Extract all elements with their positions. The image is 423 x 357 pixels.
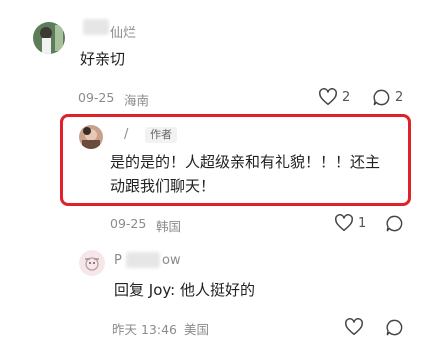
comment-text-line-2: 动跟我们聊天！ xyxy=(110,177,216,195)
comment-location: 韩国 xyxy=(156,219,182,234)
comment-text-line-1: 是的是的！人超级亲和有礼貌！！！还主 xyxy=(110,153,381,171)
username-end[interactable]: ow xyxy=(162,253,181,268)
reply-button[interactable]: 2 xyxy=(372,88,403,107)
avatar[interactable] xyxy=(79,250,105,276)
like-count: 2 xyxy=(342,89,351,105)
comment-location: 美国 xyxy=(184,322,210,337)
username-start[interactable]: P xyxy=(114,253,122,268)
username-redacted xyxy=(83,19,109,35)
heart-icon xyxy=(345,318,363,336)
comment-date: 09-25 xyxy=(110,216,147,231)
like-count: 1 xyxy=(358,215,367,231)
avatar-icon xyxy=(79,125,103,149)
comment-date: 昨天 13:46 xyxy=(112,322,177,337)
like-button[interactable] xyxy=(344,318,364,336)
like-button[interactable]: 2 xyxy=(318,88,350,106)
comment-icon xyxy=(373,89,390,106)
comment-icon xyxy=(386,319,403,336)
reply-count: 2 xyxy=(395,90,404,105)
comment-3: P ow 回复 Joy: 他人挺好的 昨天 13:46 美国 xyxy=(0,240,423,357)
author-badge: 作者 xyxy=(145,127,177,143)
username-redacted xyxy=(126,252,160,268)
username[interactable]: 仙烂 xyxy=(110,22,136,41)
avatar-icon xyxy=(79,250,105,276)
heart-icon xyxy=(335,214,353,232)
avatar[interactable] xyxy=(79,125,103,149)
reply-button[interactable] xyxy=(385,318,404,337)
comment-date: 09-25 xyxy=(78,90,115,105)
comment-text: 好亲切 xyxy=(80,50,126,68)
avatar[interactable] xyxy=(33,22,65,54)
comment-icon xyxy=(386,215,403,232)
heart-icon xyxy=(319,88,337,106)
comment-location: 海南 xyxy=(124,93,150,108)
reply-button[interactable] xyxy=(385,214,404,233)
username[interactable]: / xyxy=(124,127,128,142)
comment-1: 仙烂 好亲切 09-25 海南 2 2 xyxy=(0,0,423,112)
comment-2: / 作者 是的是的！人超级亲和有礼貌！！！还主 动跟我们聊天！ 09-25 韩国… xyxy=(0,112,423,234)
like-button[interactable]: 1 xyxy=(334,214,366,232)
avatar-icon xyxy=(33,22,65,54)
comment-text: 回复 Joy: 他人挺好的 xyxy=(114,281,255,299)
